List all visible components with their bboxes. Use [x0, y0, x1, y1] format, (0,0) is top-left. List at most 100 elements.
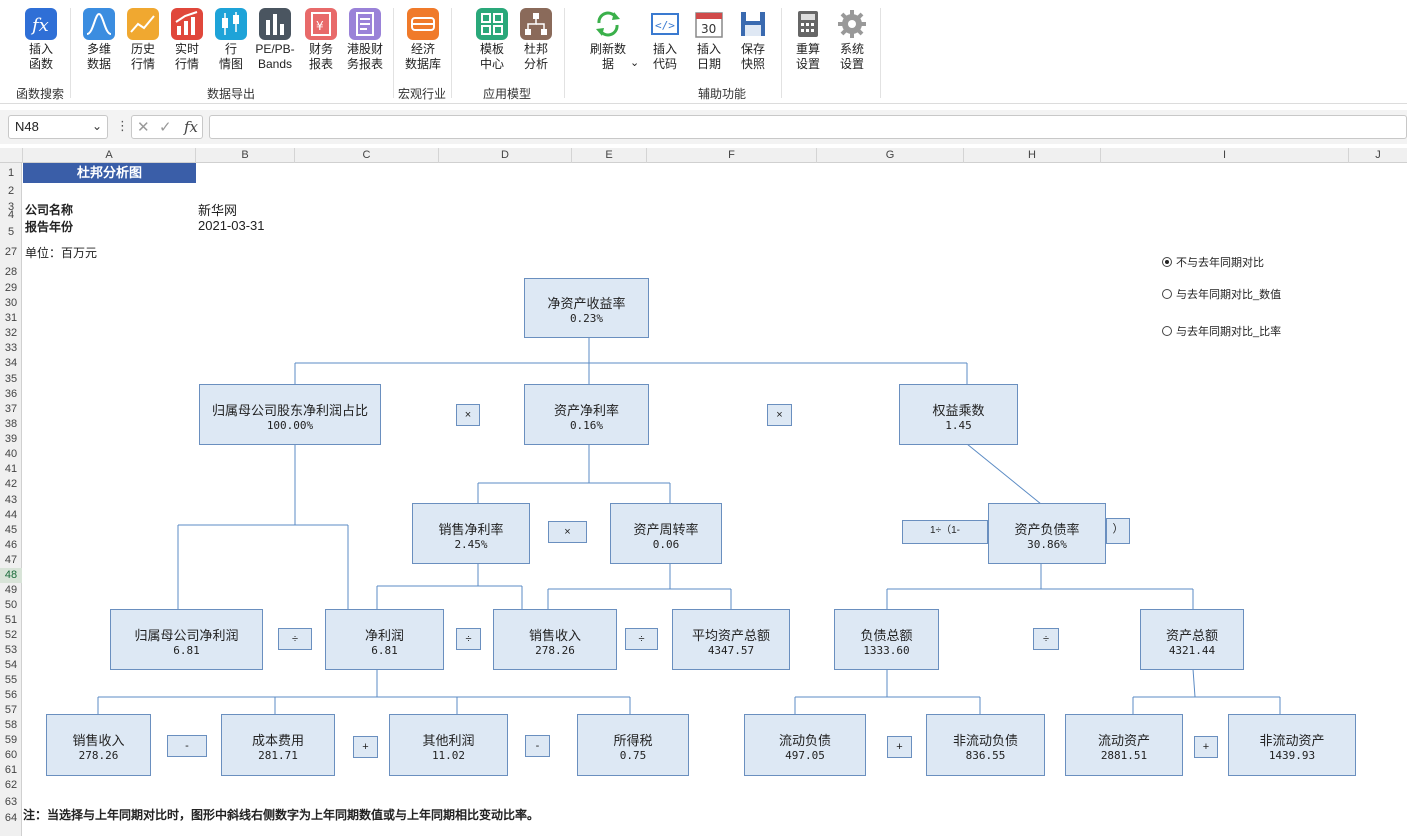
row-header-54[interactable]: 54: [0, 658, 22, 673]
row-header-37[interactable]: 37: [0, 402, 22, 417]
node-other-profit[interactable]: 其他利润 11.02: [389, 714, 508, 776]
node-net-profit[interactable]: 净利润 6.81: [325, 609, 444, 670]
column-header-g[interactable]: G: [817, 148, 964, 163]
refresh-dropdown-icon[interactable]: ⌄: [630, 56, 639, 69]
node-parent-share[interactable]: 归属母公司股东净利润占比 100.00%: [199, 384, 381, 445]
node-noncurrent-liabilities[interactable]: 非流动负债 836.55: [926, 714, 1045, 776]
node-current-liabilities[interactable]: 流动负债 497.05: [744, 714, 866, 776]
row-header-42[interactable]: 42: [0, 477, 22, 492]
row-header-52[interactable]: 52: [0, 628, 22, 643]
row-header-57[interactable]: 57: [0, 703, 22, 718]
row-header-64[interactable]: 64: [0, 811, 22, 826]
radio-unchecked-icon[interactable]: [1162, 289, 1172, 299]
node-sales-revenue[interactable]: 销售收入 278.26: [46, 714, 151, 776]
node-parent-net-profit[interactable]: 归属母公司净利润 6.81: [110, 609, 263, 670]
row-header-41[interactable]: 41: [0, 462, 22, 477]
row-header-32[interactable]: 32: [0, 326, 22, 341]
company-name-value[interactable]: 新华网: [198, 200, 237, 219]
name-box[interactable]: N48 ⌄: [8, 115, 108, 139]
row-header-34[interactable]: 34: [0, 356, 22, 371]
confirm-icon[interactable]: ✓: [159, 118, 172, 136]
history-quote-button[interactable]: 历史 行情: [121, 8, 165, 72]
row-header-59[interactable]: 59: [0, 733, 22, 748]
template-center-button[interactable]: 模板 中心: [470, 8, 514, 72]
row-header-47[interactable]: 47: [0, 553, 22, 568]
more-options-icon[interactable]: ⋮: [116, 118, 129, 134]
row-header-4[interactable]: 4: [0, 207, 22, 223]
row-header-49[interactable]: 49: [0, 583, 22, 598]
row-header-62[interactable]: 62: [0, 778, 22, 793]
node-debt-ratio[interactable]: 资产负债率 30.86%: [988, 503, 1106, 564]
node-equity-multiplier[interactable]: 权益乘数 1.45: [899, 384, 1018, 445]
row-header-50[interactable]: 50: [0, 598, 22, 613]
row-header-38[interactable]: 38: [0, 417, 22, 432]
finance-report-button[interactable]: ¥ 财务 报表: [299, 8, 343, 72]
option-no-compare[interactable]: 不与去年同期对比: [1162, 254, 1264, 270]
pe-pb-bands-button[interactable]: PE/PB- Bands: [253, 8, 297, 72]
system-settings-button[interactable]: 系统 设置: [830, 8, 874, 72]
cancel-icon[interactable]: ✕: [137, 118, 150, 136]
quote-chart-button[interactable]: 行 情图: [209, 8, 253, 72]
node-total-assets[interactable]: 资产总额 4321.44: [1140, 609, 1244, 670]
option-compare-value[interactable]: 与去年同期对比_数值: [1162, 286, 1281, 302]
column-header-e[interactable]: E: [572, 148, 647, 163]
column-header-c[interactable]: C: [295, 148, 439, 163]
dupont-analysis-button[interactable]: 杜邦 分析: [514, 8, 558, 72]
node-revenue[interactable]: 销售收入 278.26: [493, 609, 617, 670]
column-header-f[interactable]: F: [647, 148, 817, 163]
row-header-48[interactable]: 48: [0, 568, 22, 583]
row-header-33[interactable]: 33: [0, 341, 22, 356]
save-snapshot-button[interactable]: 保存 快照: [731, 8, 775, 72]
insert-function-icon[interactable]: fx: [184, 118, 198, 136]
column-header-d[interactable]: D: [439, 148, 572, 163]
column-header-h[interactable]: H: [964, 148, 1101, 163]
formula-input[interactable]: [209, 115, 1407, 139]
column-header-a[interactable]: A: [23, 148, 196, 163]
row-header-31[interactable]: 31: [0, 311, 22, 326]
multidim-data-button[interactable]: 多维 数据: [77, 8, 121, 72]
row-header-46[interactable]: 46: [0, 538, 22, 553]
row-header-63[interactable]: 63: [0, 793, 22, 811]
node-noncurrent-assets[interactable]: 非流动资产 1439.93: [1228, 714, 1356, 776]
node-roa[interactable]: 资产净利率 0.16%: [524, 384, 649, 445]
node-current-assets[interactable]: 流动资产 2881.51: [1065, 714, 1183, 776]
node-net-margin[interactable]: 销售净利率 2.45%: [412, 503, 530, 564]
row-header-61[interactable]: 61: [0, 763, 22, 778]
refresh-data-button[interactable]: 刷新数 据: [583, 8, 633, 72]
column-header-j[interactable]: J: [1349, 148, 1407, 163]
row-header-2[interactable]: 2: [0, 184, 22, 199]
node-avg-total-assets[interactable]: 平均资产总额 4347.57: [672, 609, 790, 670]
row-header-36[interactable]: 36: [0, 387, 22, 402]
row-header-45[interactable]: 45: [0, 523, 22, 538]
column-header-b[interactable]: B: [196, 148, 295, 163]
row-header-39[interactable]: 39: [0, 432, 22, 447]
row-header-55[interactable]: 55: [0, 673, 22, 688]
row-header-5[interactable]: 5: [0, 223, 22, 241]
economic-database-button[interactable]: 经济 数据库: [401, 8, 445, 72]
node-income-tax[interactable]: 所得税 0.75: [577, 714, 689, 776]
column-header-i[interactable]: I: [1101, 148, 1349, 163]
node-cost-expense[interactable]: 成本费用 281.71: [221, 714, 335, 776]
row-header-44[interactable]: 44: [0, 508, 22, 523]
row-header-29[interactable]: 29: [0, 281, 22, 296]
insert-function-button[interactable]: fx 插入 函数: [19, 8, 63, 72]
row-header-53[interactable]: 53: [0, 643, 22, 658]
row-header-35[interactable]: 35: [0, 371, 22, 387]
node-roe[interactable]: 净资产收益率 0.23%: [524, 278, 649, 338]
row-header-60[interactable]: 60: [0, 748, 22, 763]
radio-checked-icon[interactable]: [1162, 257, 1172, 267]
select-all-corner[interactable]: [0, 148, 23, 163]
row-header-40[interactable]: 40: [0, 447, 22, 462]
hk-finance-report-button[interactable]: 港股财 务报表: [343, 8, 387, 72]
node-total-liabilities[interactable]: 负债总额 1333.60: [834, 609, 939, 670]
radio-unchecked-icon[interactable]: [1162, 326, 1172, 336]
option-compare-ratio[interactable]: 与去年同期对比_比率: [1162, 323, 1281, 339]
node-asset-turnover[interactable]: 资产周转率 0.06: [610, 503, 722, 564]
row-header-56[interactable]: 56: [0, 688, 22, 703]
chevron-down-icon[interactable]: ⌄: [92, 119, 102, 133]
row-header-51[interactable]: 51: [0, 613, 22, 628]
row-header-1[interactable]: 1: [0, 163, 22, 183]
sheet-title[interactable]: 杜邦分析图: [23, 163, 196, 183]
row-header-43[interactable]: 43: [0, 492, 22, 508]
realtime-quote-button[interactable]: 实时 行情: [165, 8, 209, 72]
